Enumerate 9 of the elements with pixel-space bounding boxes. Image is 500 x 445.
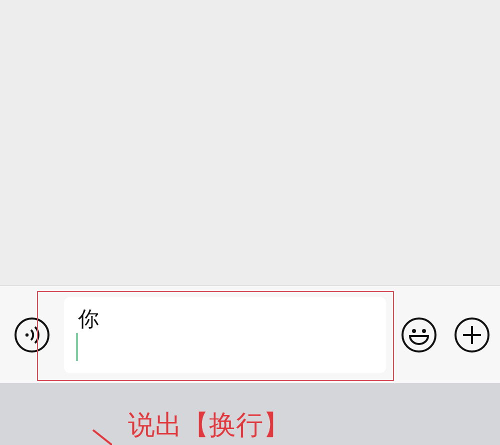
voice-icon: [14, 316, 50, 352]
input-field[interactable]: 你: [64, 296, 386, 372]
add-button[interactable]: [453, 316, 491, 354]
annotation-text: 说出【换行】: [128, 409, 290, 443]
smiley-icon: [401, 316, 438, 352]
emoji-button[interactable]: [400, 316, 438, 354]
plus-icon: [454, 316, 490, 352]
voice-button[interactable]: [13, 316, 51, 354]
text-cursor: [76, 332, 78, 360]
